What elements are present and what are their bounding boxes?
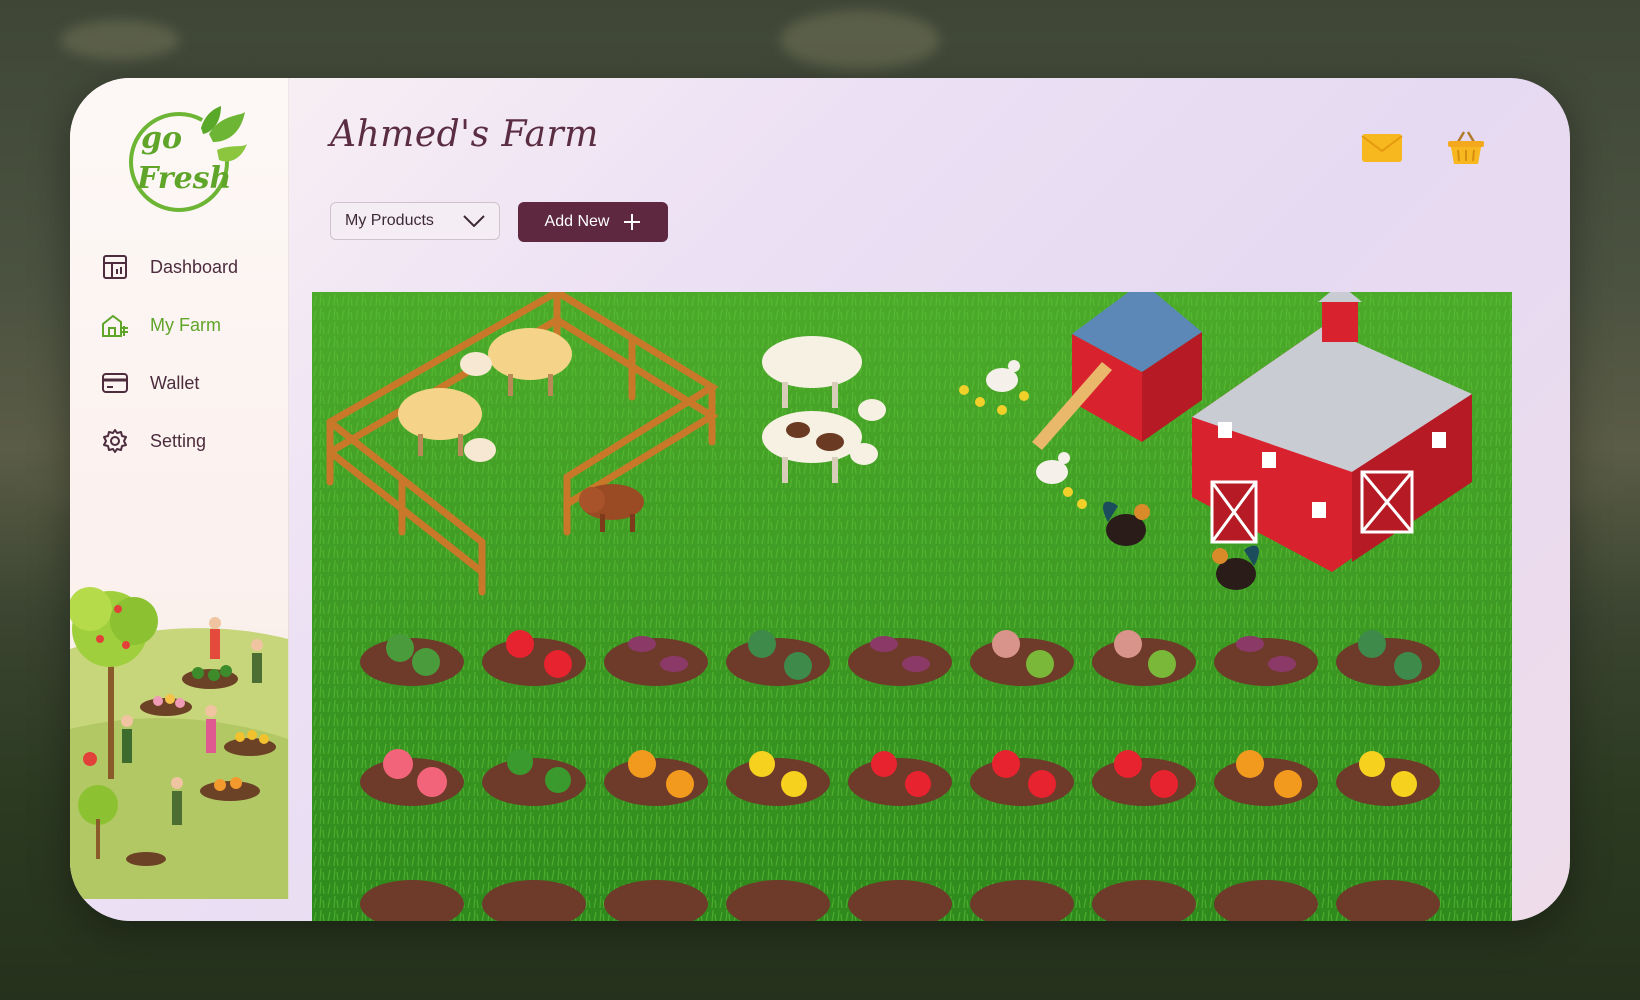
toolbar: My Products Add New <box>330 202 668 242</box>
background-cloud <box>60 20 180 60</box>
sidebar-nav: Dashboard My Farm Wallet Setting <box>100 238 280 470</box>
farm-scene[interactable] <box>312 292 1512 921</box>
crop-plot-row-3 <box>360 880 1440 921</box>
sidebar-item-wallet[interactable]: Wallet <box>100 354 280 412</box>
farm-icon <box>100 310 130 340</box>
sidebar-item-label: Dashboard <box>150 256 239 277</box>
sidebar-item-my-farm[interactable]: My Farm <box>100 296 280 354</box>
plus-icon <box>624 214 641 230</box>
header-actions <box>1360 130 1488 166</box>
products-select[interactable]: My Products <box>330 202 500 240</box>
gear-icon <box>100 426 130 456</box>
add-new-button[interactable]: Add New <box>518 202 668 242</box>
basket-icon[interactable] <box>1444 130 1488 166</box>
background-cloud <box>780 10 940 70</box>
mail-icon[interactable] <box>1360 130 1404 166</box>
sidebar: go Fresh Dashboard My Farm Wallet Settin… <box>70 78 289 899</box>
page-title: Ahmed's Farm <box>330 114 599 155</box>
add-new-label: Add New <box>544 213 610 230</box>
dashboard-icon <box>100 252 130 282</box>
sidebar-item-setting[interactable]: Setting <box>100 412 280 470</box>
main-content: Ahmed's Farm My Products Add New <box>288 78 1570 921</box>
svg-text:Fresh: Fresh <box>136 161 231 196</box>
products-select-value: My Products <box>345 212 434 229</box>
chevron-down-icon <box>463 215 485 227</box>
svg-text:go: go <box>141 121 182 156</box>
go-fresh-logo[interactable]: go Fresh <box>121 104 249 216</box>
sidebar-item-dashboard[interactable]: Dashboard <box>100 238 280 296</box>
sidebar-item-label: My Farm <box>150 314 221 335</box>
app-window: go Fresh Dashboard My Farm Wallet Settin… <box>70 78 1570 921</box>
sidebar-item-label: Setting <box>150 430 207 451</box>
wallet-icon <box>100 368 130 398</box>
farmers-illustration <box>70 569 288 899</box>
sidebar-item-label: Wallet <box>150 372 200 393</box>
